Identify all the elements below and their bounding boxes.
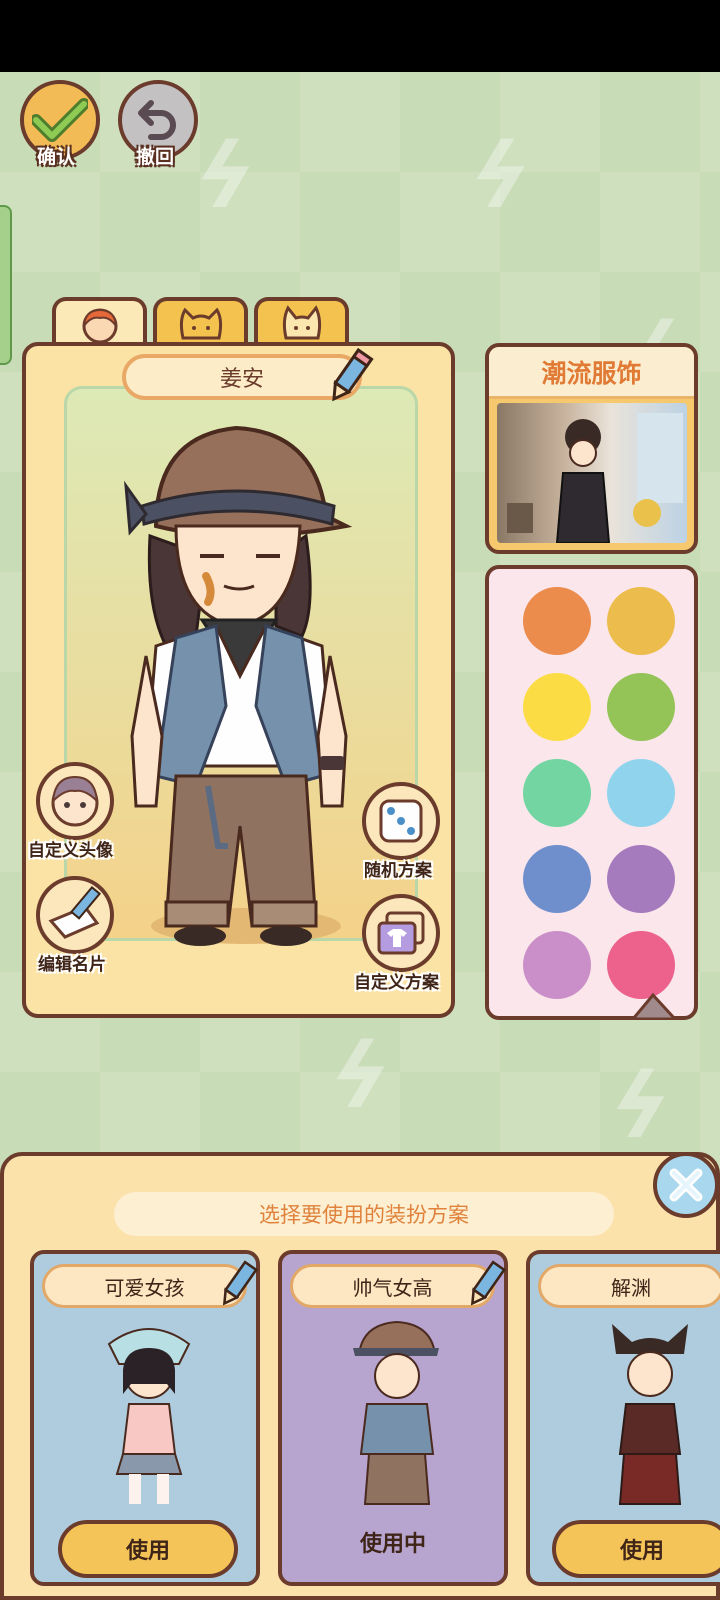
color-swatch-blue[interactable] xyxy=(523,845,591,913)
character-panel: 姜安 自定义头像 编辑名片 随机方案 自定义方案 xyxy=(22,342,455,1018)
close-button[interactable] xyxy=(653,1152,719,1218)
plan-name-text: 解渊 xyxy=(611,1275,651,1300)
undo-label: 撤回 xyxy=(136,146,175,168)
color-swatch-orange[interactable] xyxy=(523,587,591,655)
edit-card-button[interactable] xyxy=(36,876,114,954)
random-plan-label: 随机方案 xyxy=(364,861,432,881)
avatar-face-icon xyxy=(51,775,99,827)
custom-plan-button[interactable] xyxy=(362,894,440,972)
use-plan-button[interactable]: 使用 xyxy=(552,1520,720,1578)
edit-plan-pencil-icon[interactable] xyxy=(464,1258,508,1310)
custom-avatar-label: 自定义头像 xyxy=(28,841,113,861)
edit-plan-pencil-icon[interactable] xyxy=(216,1258,260,1310)
close-icon xyxy=(669,1168,703,1202)
plan-name-text: 帅气女高 xyxy=(352,1275,433,1300)
plan-card-3[interactable]: 解渊 使用 xyxy=(526,1250,720,1586)
color-swatch-purple[interactable] xyxy=(607,845,675,913)
dice-icon xyxy=(379,799,423,843)
trendy-fashion-card[interactable]: 潮流服饰 xyxy=(485,343,698,554)
scroll-indicator-icon xyxy=(631,992,678,1019)
wardrobe-cards-icon xyxy=(377,911,425,955)
fashion-title: 潮流服饰 xyxy=(489,347,694,399)
checkmark-icon xyxy=(32,98,88,142)
color-swatch-lilac[interactable] xyxy=(523,931,591,999)
plan-outfit-preview xyxy=(612,1324,688,1505)
girl-face-icon xyxy=(82,308,117,344)
use-plan-button[interactable]: 使用 xyxy=(58,1520,238,1578)
tab-pet-1[interactable] xyxy=(153,297,248,345)
color-swatch-sky[interactable] xyxy=(607,759,675,827)
color-swatch-gold[interactable] xyxy=(607,587,675,655)
color-palette-panel xyxy=(485,565,698,1020)
custom-plan-label: 自定义方案 xyxy=(354,973,439,993)
cat-face-icon xyxy=(179,307,222,340)
color-swatch-green[interactable] xyxy=(607,673,675,741)
tab-pet-2[interactable] xyxy=(254,297,349,345)
confirm-label: 确认 xyxy=(37,146,76,168)
edit-card-icon xyxy=(48,885,102,939)
color-swatch-yellow[interactable] xyxy=(523,673,591,741)
edit-card-label: 编辑名片 xyxy=(38,955,106,975)
use-button-label: 使用 xyxy=(125,1539,170,1564)
edit-name-pencil-icon[interactable] xyxy=(324,346,376,406)
custom-avatar-button[interactable] xyxy=(36,762,114,840)
undo-icon xyxy=(138,100,176,140)
side-drawer-handle[interactable] xyxy=(0,205,12,365)
plan-outfit-preview xyxy=(353,1320,439,1505)
plan-name-text: 可爱女孩 xyxy=(104,1275,185,1300)
plan-name[interactable]: 解渊 xyxy=(538,1264,720,1308)
cat-face-icon xyxy=(282,305,321,340)
character-avatar xyxy=(124,425,353,946)
color-swatch-mint[interactable] xyxy=(523,759,591,827)
character-name: 姜安 xyxy=(219,367,264,392)
plan-outfit-preview xyxy=(107,1328,191,1504)
sheet-title: 选择要使用的装扮方案 xyxy=(114,1192,614,1236)
fashion-preview-image xyxy=(497,403,687,544)
use-button-label: 使用 xyxy=(619,1539,664,1564)
in-use-label: 使用中 xyxy=(359,1532,426,1557)
random-plan-button[interactable] xyxy=(362,782,440,860)
plan-card-1[interactable]: 可爱女孩 使用 xyxy=(30,1250,260,1586)
plan-card-2[interactable]: 帅气女高 使用中 xyxy=(278,1250,508,1586)
status-bar xyxy=(0,0,720,72)
